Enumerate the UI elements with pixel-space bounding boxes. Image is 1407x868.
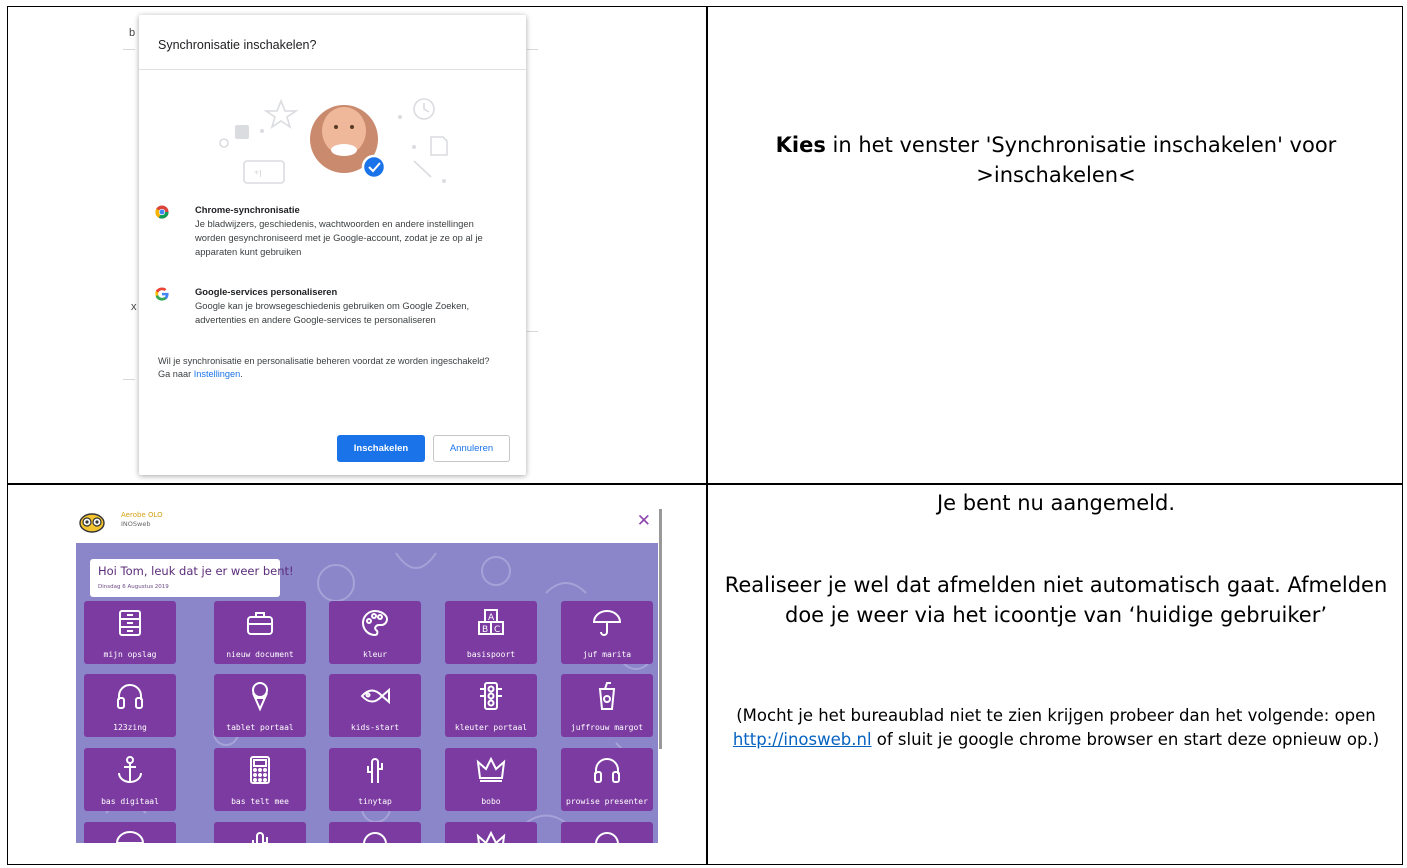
brand-sub: INOSweb (121, 520, 151, 528)
instruction-choose-enable: Kies in het venster 'Synchronisatie insc… (708, 130, 1404, 190)
headphones-icon (594, 758, 620, 783)
app-tile[interactable]: bas digitaal (84, 748, 176, 811)
svg-text:*I: *I (254, 169, 262, 180)
app-tile-label: kleuter portaal (454, 723, 528, 732)
cancel-button[interactable]: Annuleren (433, 435, 510, 462)
desktop-background: Hoi Tom, leuk dat je er weer bent! Dinsd… (76, 543, 658, 843)
signed-in-message: Je bent nu aangemeld. (936, 491, 1176, 515)
scrollbar[interactable] (659, 509, 662, 749)
dialog-divider (139, 69, 526, 70)
app-tile-label: kids-start (350, 723, 400, 732)
app-tile[interactable]: 123zing (84, 674, 176, 737)
app-tile-label: 123zing (113, 723, 147, 732)
app-tile[interactable]: bas telt mee (214, 748, 306, 811)
headphones-icon (363, 832, 387, 843)
svg-text:B: B (482, 625, 488, 635)
app-tile-partial[interactable] (84, 822, 176, 843)
inosweb-link[interactable]: http://inosweb.nl (733, 730, 872, 749)
drawer-icon (119, 610, 141, 636)
cactus-icon (252, 832, 268, 843)
app-tile[interactable]: kleuter portaal (445, 674, 537, 737)
cup-icon (598, 682, 616, 710)
app-tile[interactable]: tablet portaal (214, 674, 306, 737)
app-tile-label: juffrouw margot (570, 723, 644, 732)
umbrella-icon (115, 831, 145, 843)
personalize-description: Google kan je browsegeschiedenis gebruik… (195, 300, 470, 325)
app-tile-label: bas telt mee (231, 797, 289, 806)
anchor-icon (118, 756, 142, 783)
app-tile-label: tablet portaal (226, 723, 294, 732)
settings-note-end: . (240, 368, 243, 379)
svg-text:C: C (494, 625, 500, 635)
brand-name: Aerobe OLO (121, 511, 163, 519)
personalize-title: Google-services personaliseren (195, 286, 338, 297)
app-tile-label: basispoort (466, 650, 516, 659)
sync-illustration: *I (219, 98, 448, 184)
app-tile[interactable]: kleur (329, 601, 421, 664)
greeting-date: Dinsdag 6 Augustus 2019 (98, 584, 169, 590)
close-icon[interactable]: ✕ (637, 511, 651, 531)
app-tile[interactable]: tinytap (329, 748, 421, 811)
crown-icon (476, 830, 506, 843)
calculator-icon (250, 756, 270, 784)
headphones-icon (117, 684, 143, 709)
app-tile[interactable]: prowise presenter (561, 748, 653, 811)
app-tile-label: bas digitaal (101, 797, 159, 806)
app-tile[interactable]: juf marita (561, 601, 653, 664)
app-tile-partial[interactable] (561, 822, 653, 843)
greeting-card: Hoi Tom, leuk dat je er weer bent! Dinsd… (90, 559, 294, 597)
greeting-text: Hoi Tom, leuk dat je er weer bent! (98, 564, 294, 578)
sign-out-notice: Realiseer je wel dat afmelden niet autom… (724, 573, 1388, 627)
app-tile[interactable]: nieuw document (214, 601, 306, 664)
settings-note: Wil je synchronisatie en personalisatie … (158, 355, 503, 380)
chrome-sync-description: Je bladwijzers, geschiedenis, wachtwoord… (195, 218, 483, 257)
fish-icon (360, 687, 390, 705)
owl-logo-icon (79, 513, 105, 533)
briefcase-icon (247, 612, 273, 635)
abc-blocks-icon: AB C (478, 609, 504, 635)
app-tile[interactable]: bobo (445, 748, 537, 811)
app-tile-label: prowise presenter (566, 797, 648, 806)
ice-cream-icon (252, 682, 268, 712)
troubleshooting-text-end: of sluit je google chrome browser en sta… (871, 730, 1380, 749)
dialog-title: Synchronisatie inschakelen? (158, 38, 317, 52)
umbrella-icon (592, 610, 622, 636)
cactus-icon (367, 758, 383, 783)
traffic-light-icon (480, 682, 502, 710)
sync-dialog: Synchronisatie inschakelen? *I Chrome-sy… (139, 15, 526, 475)
app-tile[interactable]: mijn opslag (84, 601, 176, 664)
desktop-header: Aerobe OLO INOSweb ✕ (68, 503, 665, 749)
palette-icon (362, 609, 389, 637)
instruction-text: in het venster 'Synchronisatie inschakel… (825, 133, 1337, 187)
desktop-screenshot: Aerobe OLO INOSweb ✕ Hoi Tom, leuk dat j… (68, 503, 665, 843)
document-table: b x Synchronisatie inschakelen? *I Chrom… (7, 6, 1403, 865)
app-tile-label: kleur (362, 650, 388, 659)
enable-sync-button[interactable]: Inschakelen (337, 435, 425, 462)
google-icon (155, 287, 169, 301)
troubleshooting-note: (Mocht je het bureaublad niet te zien kr… (708, 704, 1404, 752)
app-tile-label: nieuw document (226, 650, 294, 659)
svg-text:A: A (488, 613, 495, 623)
crown-icon (476, 756, 506, 782)
app-tile-partial[interactable] (214, 822, 306, 843)
app-tile[interactable]: A B Cbasispoort (445, 601, 537, 664)
app-tile[interactable]: juffrouw margot (561, 674, 653, 737)
app-tile-label: tinytap (358, 797, 392, 806)
table-row-divider (8, 483, 1402, 485)
app-tile[interactable]: kids-start (329, 674, 421, 737)
headphones-icon (595, 832, 619, 843)
app-tile-label: bobo (481, 797, 501, 806)
settings-link[interactable]: Instellingen (194, 369, 240, 379)
app-tile-partial[interactable] (329, 822, 421, 843)
troubleshooting-text: (Mocht je het bureaublad niet te zien kr… (736, 706, 1376, 725)
chrome-icon (155, 205, 169, 219)
app-tile-label: juf marita (582, 650, 632, 659)
app-tile-partial[interactable] (445, 822, 537, 843)
instruction-bold: Kies (775, 133, 826, 157)
app-tile-label: mijn opslag (103, 650, 157, 659)
sync-dialog-screenshot: b x Synchronisatie inschakelen? *I Chrom… (123, 11, 538, 481)
chrome-sync-title: Chrome-synchronisatie (195, 204, 300, 215)
